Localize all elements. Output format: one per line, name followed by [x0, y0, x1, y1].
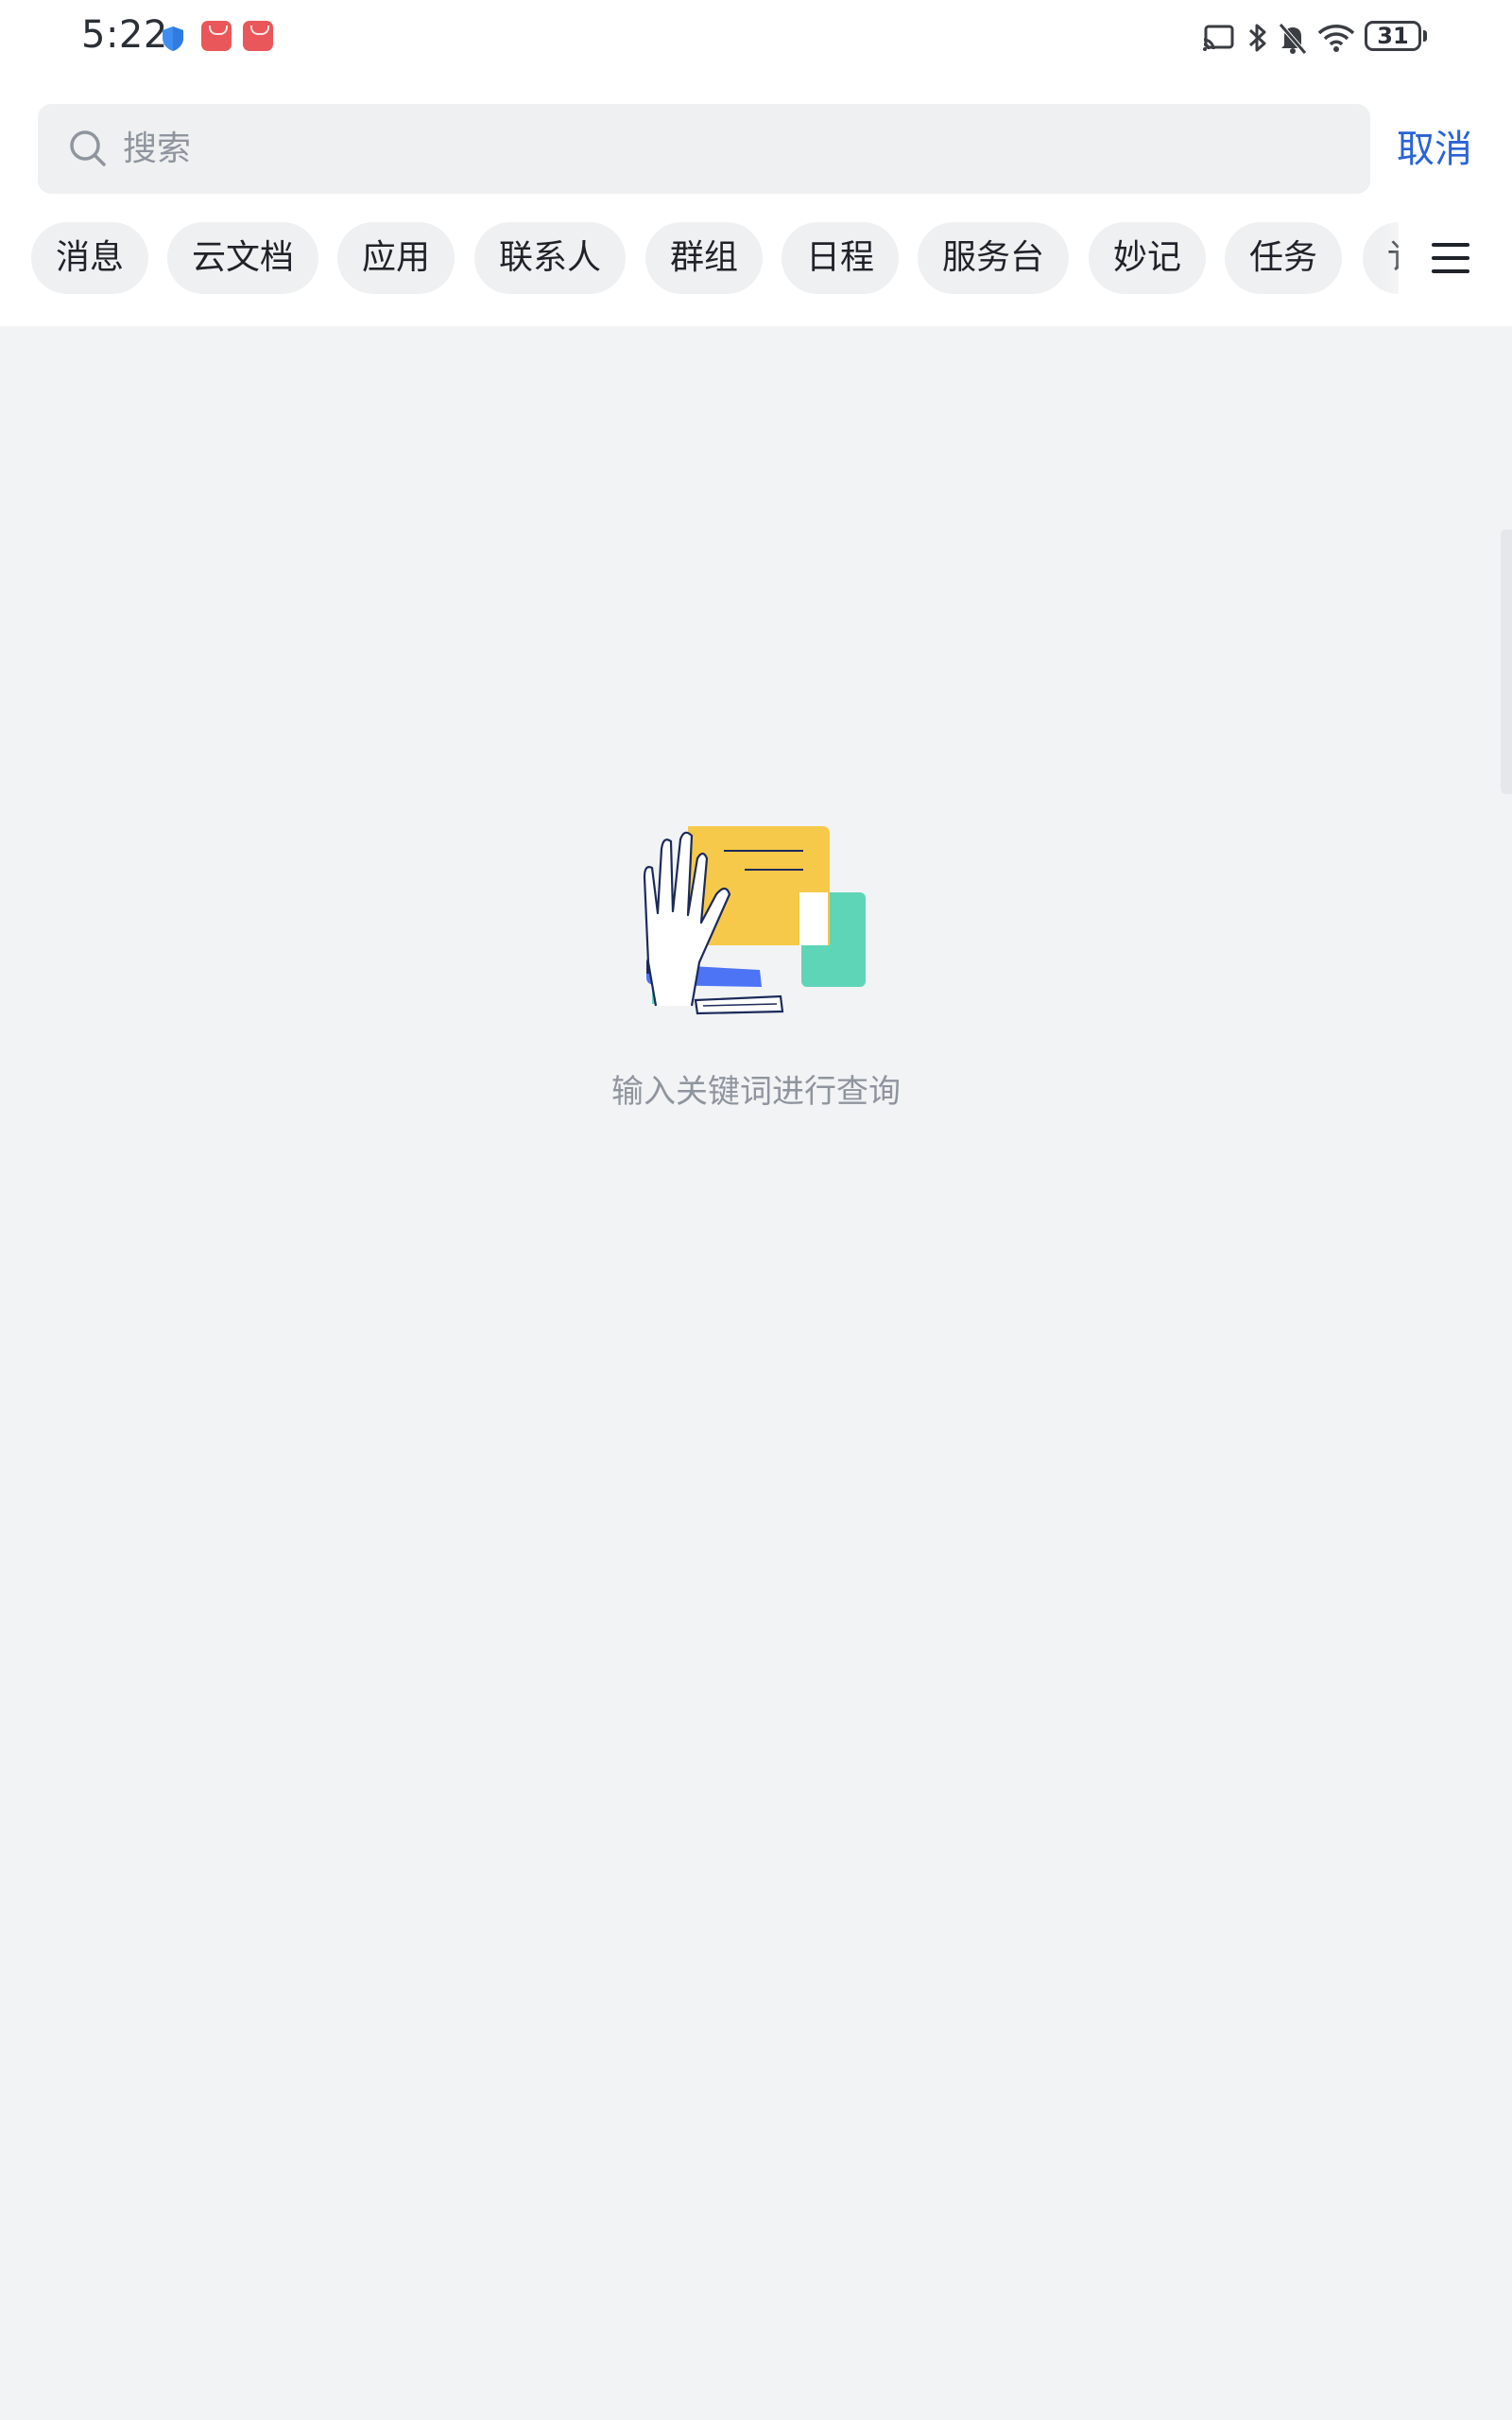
bluetooth-icon — [1248, 24, 1266, 52]
tabs-fade-overlay — [1380, 217, 1436, 302]
search-icon — [70, 130, 106, 166]
app-store-icon — [201, 21, 232, 51]
status-time: 5:22 — [81, 13, 168, 57]
tab-cloud-docs[interactable]: 云文档 — [167, 222, 318, 294]
app-store-icon — [243, 21, 273, 51]
empty-state-hint: 输入关键词进行查询 — [611, 1073, 901, 1111]
shield-icon — [163, 26, 183, 51]
screen-cast-icon — [1203, 25, 1234, 51]
tab-tasks[interactable]: 任务 — [1225, 222, 1342, 294]
hand-and-documents-illustration — [643, 826, 866, 1015]
tab-groups[interactable]: 群组 — [645, 222, 763, 294]
cancel-button[interactable]: 取消 — [1397, 121, 1472, 178]
scrollbar[interactable] — [1501, 529, 1512, 794]
tab-messages[interactable]: 消息 — [31, 222, 148, 294]
search-input[interactable] — [123, 104, 1342, 194]
category-tabs: 消息 云文档 应用 联系人 群组 日程 服务台 妙记 任务 讠 — [0, 222, 1399, 298]
tab-apps[interactable]: 应用 — [337, 222, 455, 294]
tab-minutes[interactable]: 妙记 — [1089, 222, 1206, 294]
bell-muted-icon — [1279, 23, 1307, 55]
tab-contacts[interactable]: 联系人 — [474, 222, 626, 294]
wifi-icon — [1317, 25, 1355, 52]
menu-icon[interactable] — [1430, 239, 1471, 277]
battery-level: 31 — [1377, 23, 1409, 49]
search-box[interactable] — [38, 104, 1370, 194]
battery-icon: 31 — [1365, 21, 1421, 51]
tab-calendar[interactable]: 日程 — [782, 222, 899, 294]
battery-tip — [1423, 30, 1427, 42]
tab-help-desk[interactable]: 服务台 — [918, 222, 1069, 294]
